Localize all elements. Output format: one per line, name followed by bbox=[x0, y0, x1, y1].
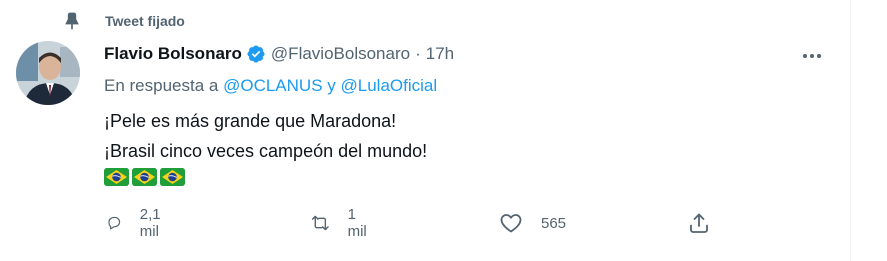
reply-context: En respuesta a @OCLANUS y @LulaOficial bbox=[104, 76, 437, 96]
mention-link[interactable]: @LulaOficial bbox=[341, 76, 438, 95]
like-count: 565 bbox=[541, 214, 567, 232]
brazil-flag-icon bbox=[104, 168, 129, 186]
avatar-image bbox=[16, 41, 80, 105]
brazil-flag-icon bbox=[160, 168, 185, 186]
tweet-text-line: ¡Brasil cinco veces campeón del mundo! bbox=[104, 141, 428, 161]
retweet-count: 1 mil bbox=[347, 206, 367, 240]
retweet-button[interactable]: 1 mil bbox=[311, 206, 372, 240]
reply-count: 2,1 mil bbox=[139, 206, 161, 240]
emoji-row bbox=[104, 168, 185, 186]
share-icon bbox=[690, 213, 708, 233]
pin-icon bbox=[65, 12, 79, 31]
reply-conjunction: y bbox=[327, 76, 336, 95]
verified-badge-icon bbox=[247, 45, 265, 63]
reply-prefix: En respuesta a bbox=[104, 76, 219, 95]
mention-link[interactable]: @OCLANUS bbox=[223, 76, 322, 95]
like-button[interactable]: 565 bbox=[499, 208, 566, 238]
pinned-label: Tweet fijado bbox=[105, 13, 185, 29]
separator-dot: · bbox=[415, 44, 421, 63]
brazil-flag-icon bbox=[132, 168, 157, 186]
author-row: Flavio Bolsonaro @FlavioBolsonaro · 17h bbox=[104, 42, 454, 66]
avatar[interactable] bbox=[16, 41, 80, 105]
share-button[interactable] bbox=[687, 208, 711, 238]
retweet-icon bbox=[311, 215, 329, 231]
heart-icon bbox=[500, 214, 522, 233]
reply-icon bbox=[108, 216, 121, 230]
reply-button[interactable]: 2,1 mil bbox=[106, 206, 169, 240]
tweet-time[interactable]: 17h bbox=[426, 44, 454, 64]
column-border bbox=[850, 0, 851, 261]
more-options-icon[interactable] bbox=[800, 46, 824, 66]
author-handle[interactable]: @FlavioBolsonaro bbox=[271, 44, 410, 64]
author-name[interactable]: Flavio Bolsonaro bbox=[104, 44, 242, 64]
tweet-text-line: ¡Pele es más grande que Maradona! bbox=[104, 111, 397, 131]
tweet-card[interactable]: Tweet fijado Flavio Bolsonaro @FlavioBol… bbox=[0, 0, 851, 261]
